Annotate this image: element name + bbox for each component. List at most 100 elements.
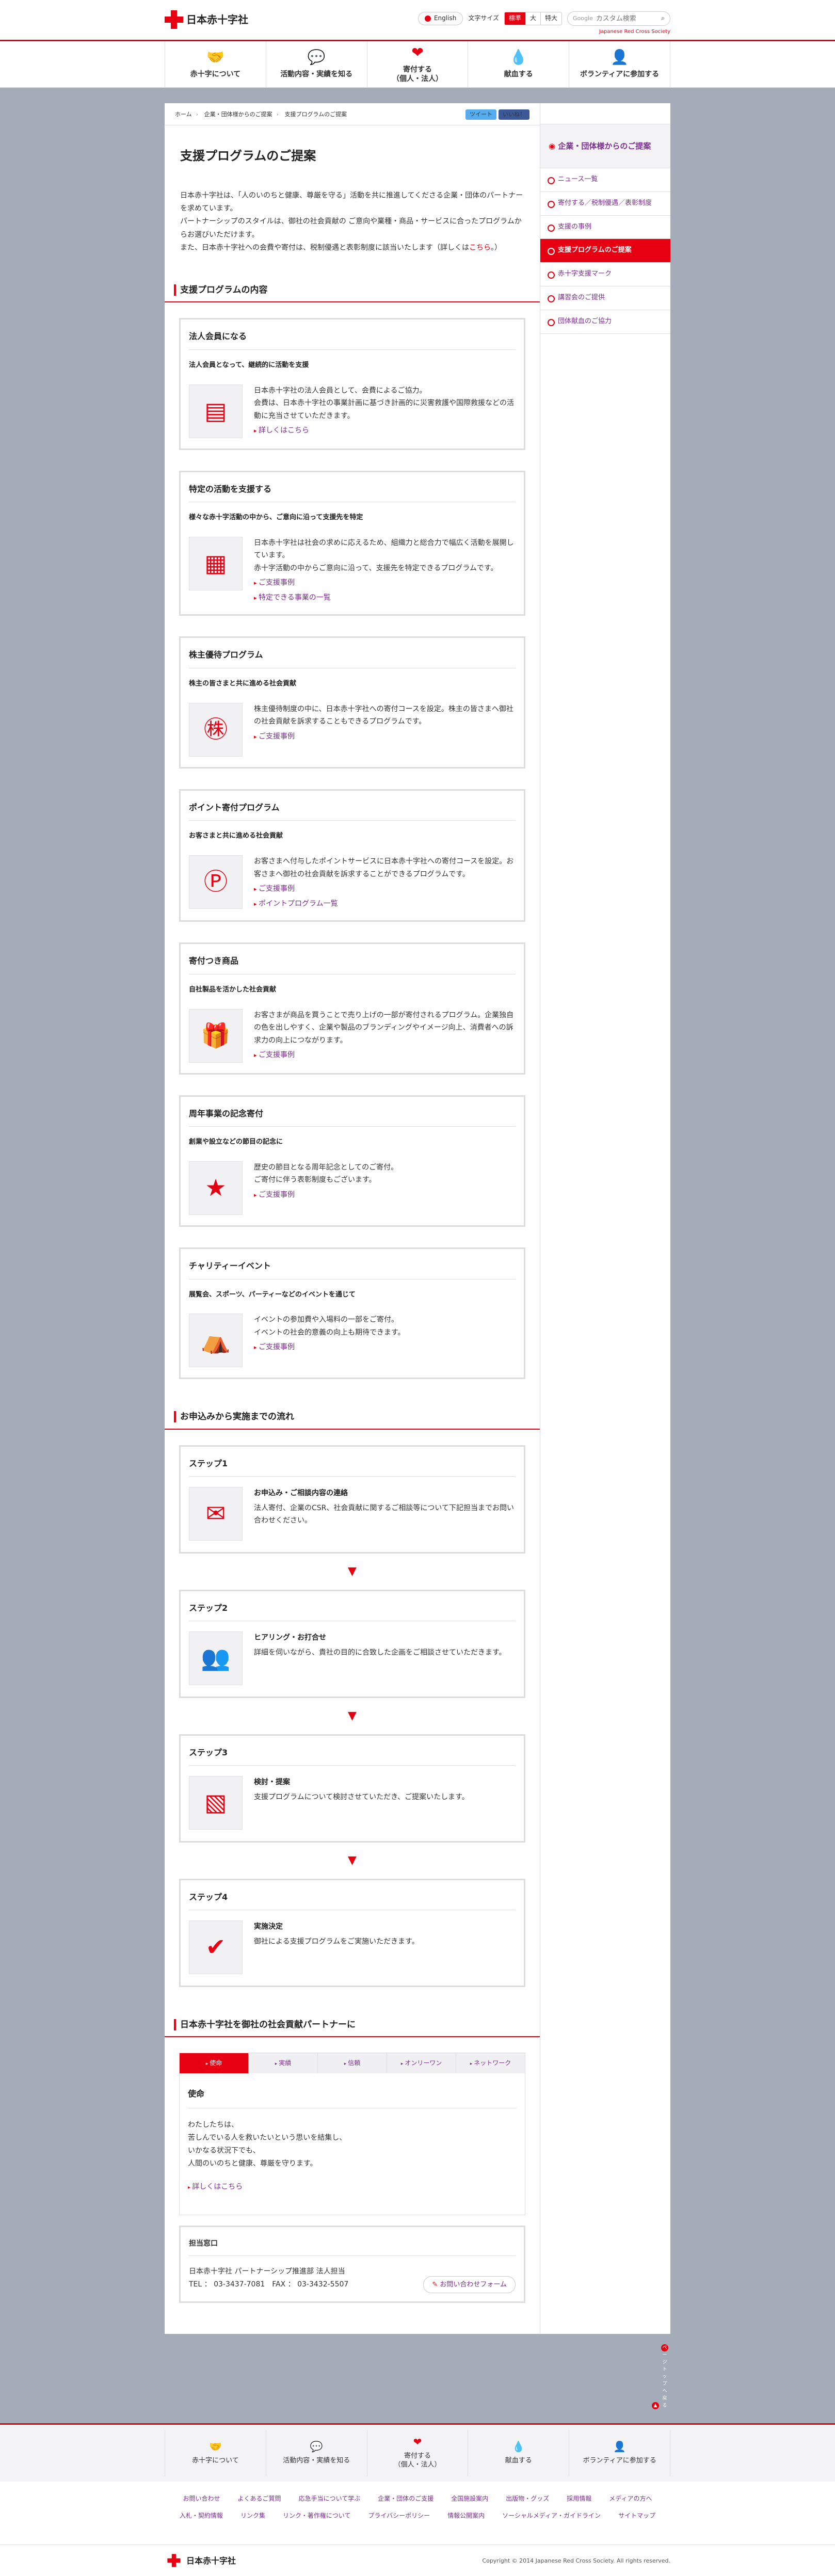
fontsize-normal-button[interactable]: 標準 [504, 12, 525, 25]
speech-icon: 💬 [310, 2440, 323, 2453]
program-body: ⛺ イベントの参加費や入場料の一部をご寄付。 イベントの社会的意義の向上も期待でき… [189, 1314, 516, 1368]
search-input[interactable] [596, 14, 659, 23]
footer-nav-item[interactable]: 👤 ボランティアに参加する [569, 2430, 670, 2476]
program-body: ★ 歴史の節目となる周年記念としてのご寄付。 ご寄付に伴う表彰制度もございます。ご… [189, 1161, 516, 1215]
footer-link[interactable]: 企業・団体のご支援 [378, 2494, 433, 2504]
footer-link[interactable]: よくあるご質問 [238, 2494, 281, 2504]
side-nav: ◉ 企業・団体様からのご提案 ニュース一覧 寄付する／税制優遇／表彰制度 支援の事例… [540, 103, 670, 2334]
proposal-icon: ▧ [189, 1776, 243, 1830]
program-link[interactable]: ご支援事例 [254, 730, 516, 743]
program-text: 株主優待制度の中に、日本赤十字社への寄付コースを設定。株主の皆さまへ御社の社会貢… [254, 705, 513, 726]
gnav-item-3[interactable]: 💧 献血する [468, 41, 569, 88]
program-title: 特定の活動を支援する [189, 483, 516, 503]
tweet-button[interactable]: ツイート [465, 109, 496, 120]
side-title[interactable]: ◉ 企業・団体様からのご提案 [540, 124, 670, 168]
footer-nav-label: 寄付する （個人・法人） [394, 2452, 441, 2469]
program-text: お客さまへ付与したポイントサービスに日本赤十字社への寄付コースを設定。お客さまへ… [254, 857, 514, 878]
side-item[interactable]: 講習会のご提供 [540, 286, 670, 310]
site-footer: 🤝 赤十字について 💬 活動内容・実績を知る ❤ 寄付する （個人・法人） 💧 献血する 👤 ボラ… [0, 2423, 835, 2576]
footer-link[interactable]: ソーシャルメディア・ガイドライン [502, 2511, 601, 2521]
program-title: 株主優待プログラム [189, 648, 516, 668]
footer-link[interactable]: プライバシーポリシー [368, 2511, 430, 2521]
form-icon: ✎ [432, 2280, 440, 2289]
footer-link[interactable]: 全国施設案内 [451, 2494, 488, 2504]
footer-logo[interactable]: 日本赤十字社 [165, 2551, 236, 2570]
footer-nav-item[interactable]: ❤ 寄付する （個人・法人） [366, 2430, 468, 2476]
drop-icon: 💧 [512, 2440, 525, 2453]
program-link[interactable]: ご支援事例 [254, 883, 516, 895]
program-subtitle: 創業や設立などの節目の記念に [189, 1138, 283, 1146]
program-subtitle: 展覧会、スポーツ、パーティーなどのイベントを通じて [189, 1290, 356, 1299]
arrow-up-icon: ▲ [652, 2402, 659, 2410]
program-link[interactable]: ご支援事例 [254, 577, 516, 589]
main-column: ホーム › 企業・団体様からのご提案 › 支援プログラムのご提案 ツイート いいね！… [165, 103, 540, 2334]
step-text: 支援プログラムについて検討させていただき、ご提案いたします。 [254, 1793, 469, 1801]
arrow-down-icon: ▼ [348, 1709, 357, 1722]
gnav-item-4[interactable]: 👤 ボランティアに参加する [569, 41, 670, 88]
footer-link[interactable]: 情報公開案内 [447, 2511, 485, 2521]
side-item[interactable]: 赤十字支援マーク [540, 263, 670, 286]
footer-nav-item[interactable]: 💧 献血する [468, 2430, 569, 2476]
program-link[interactable]: ご支援事例 [254, 1049, 516, 1062]
side-item[interactable]: 団体献血のご協力 [540, 310, 670, 334]
program-link[interactable]: ご支援事例 [254, 1189, 398, 1202]
tax-benefit-link[interactable]: こちら [469, 244, 491, 252]
step-title: ステップ3 [189, 1746, 516, 1766]
circle-icon: ◉ [549, 141, 558, 151]
side-item[interactable]: 支援の事例 [540, 216, 670, 239]
program-link[interactable]: ポイントプログラム一覧 [254, 898, 516, 910]
program-link[interactable]: ご支援事例 [254, 1341, 405, 1354]
site-logo[interactable]: 日本赤十字社 [165, 10, 248, 29]
arrow-down-icon: ▼ [348, 1564, 357, 1578]
mission-detail-link[interactable]: ▸ 詳しくはこちら [188, 2181, 517, 2194]
program-card: 寄付つき商品 自社製品を活かした社会貢献 🎁 お客さまが商品を買うことで売り上げの一部… [179, 942, 525, 1075]
program-title: 法人会員になる [189, 330, 516, 350]
program-body: Ⓟ お客さまへ付与したポイントサービスに日本赤十字社への寄付コースを設定。お客さま… [189, 855, 516, 910]
facebook-like-button[interactable]: いいね！ [499, 109, 529, 120]
footer-link[interactable]: 応急手当について学ぶ [299, 2494, 361, 2504]
contact-form-button[interactable]: ✎ お問い合わせフォーム [423, 2276, 516, 2294]
step-title: ステップ4 [189, 1891, 516, 1911]
footer-link[interactable]: リンク・著作権について [283, 2511, 350, 2521]
program-link[interactable]: 特定できる事業の一覧 [254, 591, 516, 604]
heart-icon: ❤ [413, 2436, 422, 2449]
footer-link[interactable]: 採用情報 [567, 2494, 591, 2504]
person-icon: 👤 [611, 48, 629, 66]
tab-0[interactable]: 使命 [180, 2053, 248, 2073]
breadcrumb-corporate[interactable]: 企業・団体様からのご提案 [204, 111, 272, 118]
footer-nav-label: 活動内容・実績を知る [283, 2456, 350, 2465]
program-card: 株主優待プログラム 株主の皆さまと共に進める社会貢献㊑株主優待制度の中に、日本赤十… [179, 636, 525, 769]
gnav-item-2[interactable]: ❤ 寄付する （個人・法人） [366, 41, 468, 88]
breadcrumb-home[interactable]: ホーム [175, 111, 192, 118]
footer-link[interactable]: サイトマップ [618, 2511, 655, 2521]
footer-link[interactable]: お問い合わせ [183, 2494, 220, 2504]
tab-3[interactable]: オンリーワン [387, 2053, 456, 2073]
footer-link[interactable]: リンク集 [240, 2511, 265, 2521]
step-text-block: 実施決定 御社による支援プログラムをご実施いただきます。 [254, 1921, 419, 1948]
fontsize-large-button[interactable]: 大 [525, 12, 540, 25]
program-link[interactable]: 詳しくはこちら [254, 424, 516, 437]
search-icon[interactable]: ⌕ [661, 13, 665, 23]
tab-1[interactable]: 実績 [248, 2053, 317, 2073]
person-icon: 👤 [613, 2440, 627, 2453]
program-title: 周年事業の記念寄付 [189, 1107, 516, 1127]
tab-4[interactable]: ネットワーク [456, 2053, 525, 2073]
footer-nav-item[interactable]: 💬 活動内容・実績を知る [265, 2430, 367, 2476]
program-card: ポイント寄付プログラム お客さまと共に進める社会貢献 Ⓟ お客さまへ付与したポイントサ… [179, 789, 525, 922]
page-top-link[interactable]: ▲ページトップへ戻る [165, 2334, 670, 2423]
side-item[interactable]: 寄付する／税制優遇／表彰制度 [540, 192, 670, 216]
gnav-item-1[interactable]: 💬 活動内容・実績を知る [265, 41, 367, 88]
side-item[interactable]: ニュース一覧 [540, 168, 670, 192]
footer-bottom: 日本赤十字社 Copyright © 2014 Japanese Red Cro… [0, 2545, 835, 2576]
footer-nav-item[interactable]: 🤝 赤十字について [165, 2430, 266, 2476]
footer-link[interactable]: 入札・契約情報 [180, 2511, 223, 2521]
side-item[interactable]: 支援プログラムのご提案 [540, 239, 670, 263]
footer-link[interactable]: 出版物・グッズ [506, 2494, 549, 2504]
step-body: ✉ お申込み・ご相談内容の連絡 法人寄付、企業のCSR、社会貢献に関するご相談等につ… [189, 1487, 516, 1541]
footer-link[interactable]: メディアの方へ [609, 2494, 652, 2504]
contact-form-label: お問い合わせフォーム [440, 2280, 507, 2289]
gnav-item-0[interactable]: 🤝 赤十字について [165, 41, 266, 88]
english-link[interactable]: English [417, 12, 463, 25]
tab-2[interactable]: 信頼 [317, 2053, 387, 2073]
fontsize-xlarge-button[interactable]: 特大 [540, 12, 561, 25]
